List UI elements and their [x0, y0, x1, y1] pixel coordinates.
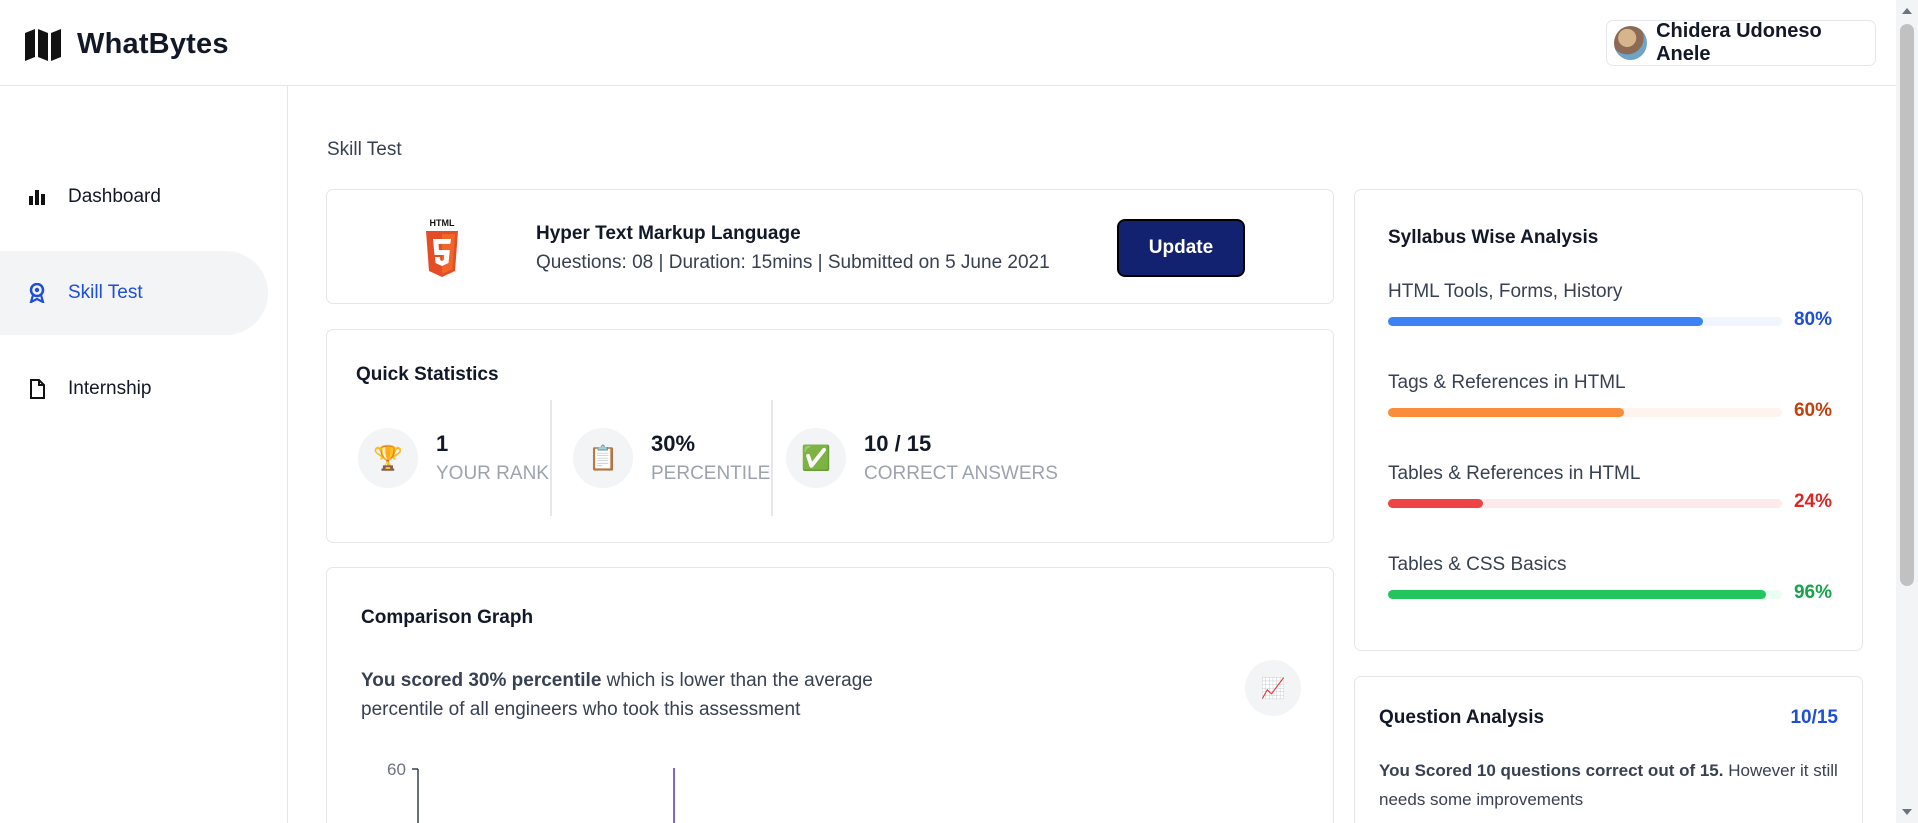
stat-rank: 🏆 1 YOUR RANK	[358, 400, 549, 516]
comparison-graph: 60	[387, 760, 675, 823]
syllabus-row: Tables & CSS Basics 96%	[1388, 554, 1832, 614]
sidebar-item-internship[interactable]: Internship	[0, 347, 268, 431]
syllabus-percent: 80%	[1793, 309, 1832, 330]
graph-text-bold: You scored 30% percentile	[361, 670, 602, 691]
comparison-graph-title: Comparison Graph	[361, 607, 534, 628]
question-analysis-description: You Scored 10 questions correct out of 1…	[1379, 756, 1839, 814]
quick-statistics-card: Quick Statistics 🏆 1 YOUR RANK 📋 30% PER…	[326, 329, 1334, 543]
syllabus-progress-track	[1388, 590, 1782, 599]
syllabus-label: HTML Tools, Forms, History	[1388, 281, 1623, 302]
clipboard-icon: 📋	[573, 428, 633, 488]
test-meta: Questions: 08 | Duration: 15mins | Submi…	[536, 252, 1050, 273]
stat-label: YOUR RANK	[436, 463, 549, 484]
scroll-up-arrow-icon[interactable]	[1902, 8, 1912, 14]
syllabus-title: Syllabus Wise Analysis	[1388, 227, 1599, 248]
stat-label: PERCENTILE	[651, 463, 771, 484]
stat-divider	[771, 400, 773, 516]
test-summary-card: HTML Hyper Text Markup Language Question…	[326, 189, 1334, 304]
brand[interactable]: WhatBytes	[25, 28, 229, 61]
brand-logo-icon	[25, 28, 61, 61]
html5-logo-icon: HTML	[426, 218, 458, 277]
trophy-icon: 🏆	[358, 428, 418, 488]
update-button[interactable]: Update	[1117, 219, 1245, 277]
user-profile-button[interactable]: Chidera Udoneso Anele	[1606, 20, 1876, 66]
syllabus-progress-fill	[1388, 408, 1625, 417]
sidebar-item-label: Internship	[68, 378, 152, 399]
question-analysis-score: 10/15	[1790, 707, 1838, 728]
syllabus-percent: 60%	[1793, 400, 1832, 421]
brand-name: WhatBytes	[77, 28, 229, 60]
qa-text-bold: You Scored 10 questions correct out of 1…	[1379, 761, 1724, 780]
syllabus-label: Tables & CSS Basics	[1388, 554, 1567, 575]
user-name: Chidera Udoneso Anele	[1656, 20, 1822, 65]
sidebar-item-dashboard[interactable]: Dashboard	[0, 155, 268, 239]
syllabus-percent: 96%	[1793, 582, 1832, 603]
syllabus-row: Tags & References in HTML 60%	[1388, 372, 1832, 432]
comparison-graph-card: Comparison Graph You scored 30% percenti…	[326, 567, 1334, 823]
stat-percentile: 📋 30% PERCENTILE	[573, 400, 770, 516]
sidebar-item-label: Dashboard	[68, 186, 161, 207]
syllabus-row: HTML Tools, Forms, History 80%	[1388, 281, 1832, 341]
sidebar-item-skill-test[interactable]: Skill Test	[0, 251, 268, 335]
scroll-thumb[interactable]	[1900, 24, 1914, 586]
quick-statistics-title: Quick Statistics	[356, 364, 499, 385]
stat-correct-answers: ✅ 10 / 15 CORRECT ANSWERS	[786, 400, 1058, 516]
html5-logo-text: HTML	[430, 218, 455, 228]
graph-y-tick: 60	[387, 760, 406, 779]
scroll-down-arrow-icon[interactable]	[1902, 809, 1912, 815]
syllabus-progress-track	[1388, 317, 1782, 326]
syllabus-row: Tables & References in HTML 24%	[1388, 463, 1832, 523]
syllabus-label: Tables & References in HTML	[1388, 463, 1641, 484]
syllabus-progress-track	[1388, 408, 1782, 417]
sidebar: Dashboard Skill Test Internship	[0, 86, 288, 823]
bar-chart-icon	[28, 187, 46, 207]
trend-chart-icon: 📈	[1245, 660, 1301, 716]
page-scrollbar[interactable]	[1896, 0, 1918, 823]
avatar	[1614, 26, 1648, 60]
test-title: Hyper Text Markup Language	[536, 223, 801, 244]
question-analysis-title: Question Analysis	[1379, 707, 1545, 728]
syllabus-progress-fill	[1388, 317, 1704, 326]
syllabus-percent: 24%	[1793, 491, 1832, 512]
check-box-icon: ✅	[786, 428, 846, 488]
comparison-graph-description: You scored 30% percentile which is lower…	[361, 666, 921, 724]
top-header: WhatBytes Chidera Udoneso Anele	[0, 0, 1896, 86]
award-icon	[28, 283, 46, 303]
question-analysis-card: Question Analysis 10/15 You Scored 10 qu…	[1354, 676, 1863, 823]
stat-divider	[550, 400, 552, 516]
file-icon	[28, 379, 46, 399]
syllabus-progress-fill	[1388, 590, 1767, 599]
stat-value: 30%	[651, 431, 696, 456]
syllabus-label: Tags & References in HTML	[1388, 372, 1626, 393]
syllabus-analysis-card: Syllabus Wise Analysis HTML Tools, Forms…	[1354, 189, 1863, 651]
syllabus-progress-fill	[1388, 499, 1483, 508]
stat-value: 1	[436, 431, 449, 456]
page-title: Skill Test	[327, 139, 402, 160]
stat-value: 10 / 15	[864, 431, 932, 456]
stat-label: CORRECT ANSWERS	[864, 463, 1058, 484]
sidebar-item-label: Skill Test	[68, 282, 143, 303]
syllabus-progress-track	[1388, 499, 1782, 508]
